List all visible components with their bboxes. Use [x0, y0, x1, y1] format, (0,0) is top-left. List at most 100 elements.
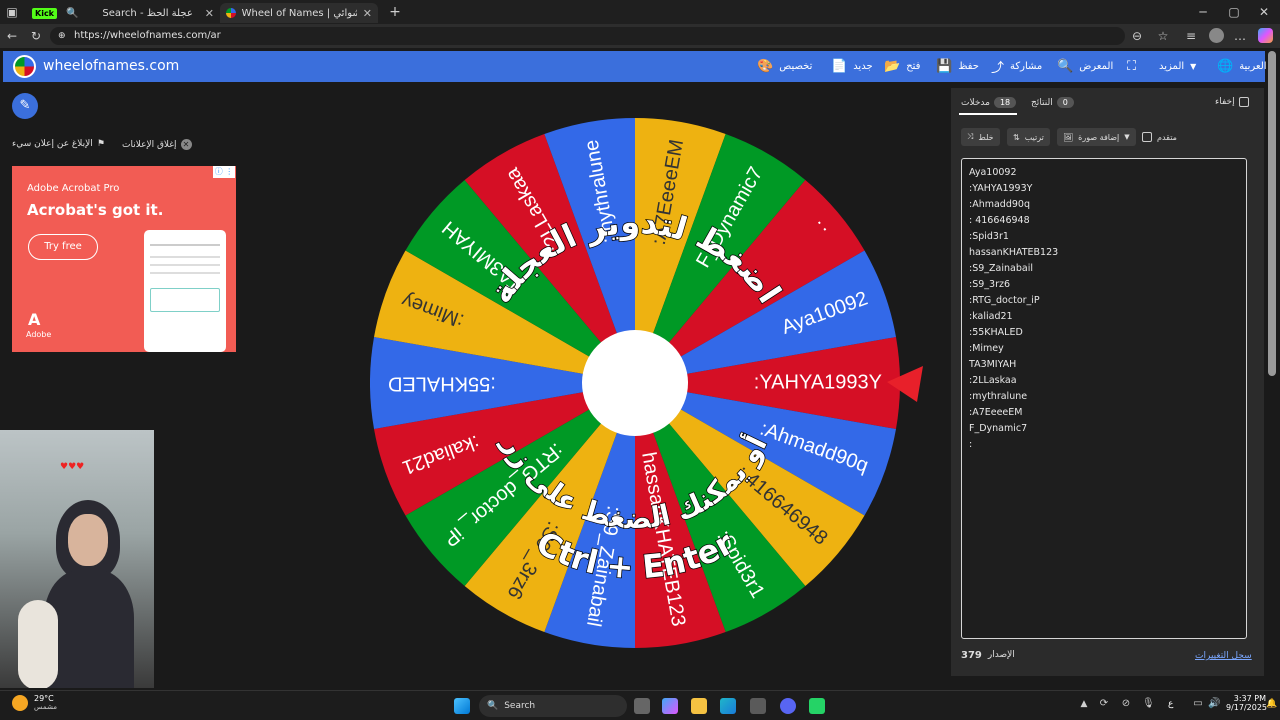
favorite-star-icon[interactable]: ☆	[1156, 29, 1170, 43]
entry-line: :	[969, 439, 973, 450]
profile-avatar[interactable]	[1209, 28, 1224, 43]
chevron-down-icon: ▼	[1190, 62, 1197, 71]
tray-chevron-up-icon[interactable]: ▲	[1078, 699, 1090, 709]
tab-search-label: Search - عجلة الحظ	[102, 7, 193, 19]
store-icon[interactable]	[750, 698, 766, 714]
advanced-label: متقدم	[1157, 132, 1177, 142]
adobe-ad[interactable]: Adobe Acrobat Pro Acrobat's got it. Try …	[12, 166, 236, 352]
browser-address-bar: ← ↻ ⊕ https://wheelofnames.com/ar ⊖ ☆ ≡ …	[0, 24, 1280, 48]
tab-kick[interactable]: Kick	[32, 3, 58, 23]
language-button[interactable]: 🌐 العربية	[1217, 51, 1267, 82]
shuffle-button[interactable]: ⤨ خلط	[961, 128, 1000, 146]
save-label: حفظ	[958, 61, 979, 72]
search-icon: 🔍	[66, 7, 79, 19]
open-button[interactable]: 📂 فتح	[884, 51, 920, 82]
close-tab-icon[interactable]: ✕	[363, 7, 372, 20]
fullscreen-button[interactable]: ⛶	[1127, 51, 1136, 82]
tab-search[interactable]: 🔍 Search - عجلة الحظ ✕	[60, 3, 220, 23]
site-logo-icon[interactable]	[13, 55, 36, 78]
results-count-badge: 0	[1056, 97, 1074, 108]
whatsapp-icon[interactable]	[809, 698, 825, 714]
copilot-app-icon[interactable]	[662, 698, 678, 714]
hide-toggle[interactable]: إخفاء	[1215, 97, 1249, 107]
wheel-segment-label: :55KHALED	[388, 373, 496, 395]
changelog-link[interactable]: سجل التغييرات	[1195, 651, 1252, 661]
pencil-icon: ✎	[19, 98, 31, 113]
taskbar-search[interactable]: 🔍 Search	[479, 695, 627, 717]
share-label: مشاركة	[1010, 61, 1043, 72]
tray-network-off-icon[interactable]: ⊘	[1120, 698, 1132, 709]
add-image-label: إضافة صورة	[1078, 132, 1120, 142]
back-icon[interactable]: ←	[4, 29, 20, 43]
maximize-icon[interactable]: ▢	[1226, 5, 1242, 19]
copilot-icon[interactable]	[1258, 28, 1273, 43]
reload-icon[interactable]: ↻	[28, 29, 44, 43]
gallery-button[interactable]: 🔍 المعرض	[1057, 51, 1113, 82]
wheel-hub[interactable]	[582, 330, 688, 436]
entry-line: :S9_3rz6	[969, 279, 1011, 290]
entries-textarea[interactable]: Aya10092:YAHYA1993Y:Ahmadd90q: 416646948…	[961, 158, 1247, 639]
sort-icon: ⇅	[1013, 132, 1020, 142]
reading-mode-icon[interactable]: ⊖	[1130, 29, 1144, 43]
tray-mic-icon[interactable]: 🎙	[1142, 698, 1155, 709]
minimize-icon[interactable]: ─	[1195, 5, 1211, 19]
taskbar-search-label: Search	[504, 701, 536, 711]
entries-panel: مدخلات 18 النتائج 0 إخفاء ⤨ خلط ⇅ ترتيب …	[951, 88, 1264, 676]
close-ads-label: إغلاق الإعلانات	[122, 139, 177, 150]
tray-date: 9/17/2025	[1226, 703, 1268, 712]
site-name[interactable]: wheelofnames.com	[43, 58, 179, 74]
entry-line: :A7EeeeEM	[969, 407, 1023, 418]
share-button[interactable]: ⤴ مشاركة	[991, 51, 1042, 82]
tab-results[interactable]: النتائج 0	[1031, 97, 1074, 108]
close-tab-icon[interactable]: ✕	[205, 7, 214, 20]
ad-info-icon[interactable]: ⓘ ⋮	[213, 166, 235, 178]
results-tab-label: النتائج	[1031, 97, 1053, 108]
tab-entries[interactable]: مدخلات 18	[961, 97, 1017, 108]
tray-display-icon[interactable]: ▭	[1192, 698, 1204, 709]
tray-volume-icon[interactable]: 🔊	[1208, 698, 1220, 709]
page-scrollbar[interactable]	[1268, 51, 1276, 376]
wheel-container[interactable]: :YAHYA1993Y:Ahmadd90q: 416646948:Spid3r1…	[370, 118, 901, 648]
tray-clock[interactable]: 3:37 PM 9/17/2025	[1226, 694, 1268, 712]
favorites-icon[interactable]: ≡	[1184, 29, 1198, 43]
customize-button[interactable]: 🎨 تخصيص	[757, 51, 812, 82]
advanced-checkbox[interactable]	[1142, 132, 1152, 142]
start-button-icon[interactable]	[454, 698, 470, 714]
hide-label: إخفاء	[1215, 97, 1235, 107]
save-button[interactable]: 💾 حفظ	[936, 51, 979, 82]
task-view-icon[interactable]	[634, 698, 650, 714]
edit-pencil-button[interactable]: ✎	[12, 93, 38, 119]
advanced-toggle[interactable]: متقدم	[1142, 132, 1177, 142]
report-ad-link[interactable]: الإبلاغ عن إعلان سيء ⚑	[12, 139, 105, 149]
palette-icon: 🎨	[757, 59, 774, 74]
flag-icon: ⚑	[96, 139, 105, 149]
tab-actions-icon[interactable]: ▣	[0, 5, 24, 19]
site-info-icon[interactable]: ⊕	[58, 27, 66, 45]
tray-language[interactable]: ع	[1168, 699, 1173, 709]
new-button[interactable]: 📄 جديد	[831, 51, 873, 82]
tray-app-icon[interactable]: ⟳	[1098, 698, 1110, 709]
close-window-icon[interactable]: ✕	[1256, 5, 1272, 19]
language-label: العربية	[1239, 61, 1267, 72]
adobe-logo-text: Adobe	[26, 330, 52, 339]
edge-browser-icon[interactable]	[720, 698, 736, 714]
weather-sun-icon	[12, 694, 28, 711]
new-tab-icon[interactable]: +	[384, 4, 406, 20]
folder-icon: 📂	[884, 59, 901, 74]
name-wheel[interactable]: :YAHYA1993Y:Ahmadd90q: 416646948:Spid3r1…	[370, 118, 901, 648]
file-explorer-icon[interactable]	[691, 698, 707, 714]
add-image-button[interactable]: 🖼 إضافة صورة ▼	[1057, 128, 1136, 146]
close-ads-link[interactable]: إغلاق الإعلانات ✕	[122, 139, 192, 150]
browser-tab-bar: ▣ Kick 🔍 Search - عجلة الحظ ✕ Wheel of N…	[0, 0, 1280, 24]
tray-notification-icon[interactable]: 🔔	[1266, 699, 1277, 709]
ad-try-free-button[interactable]: Try free	[28, 234, 98, 260]
more-menu-button[interactable]: المزيد ▼	[1159, 51, 1196, 82]
url-field[interactable]: ⊕ https://wheelofnames.com/ar	[50, 27, 1125, 45]
tab-wheel-of-names[interactable]: Wheel of Names | الاسم العشوائي ✕	[220, 3, 378, 23]
more-options-icon[interactable]: …	[1233, 29, 1247, 43]
hide-checkbox[interactable]	[1238, 97, 1249, 107]
more-label: المزيد	[1159, 61, 1185, 72]
discord-icon[interactable]	[780, 698, 796, 714]
weather-widget[interactable]: 29°C مشمس	[12, 694, 57, 711]
sort-button[interactable]: ⇅ ترتيب	[1007, 128, 1050, 146]
